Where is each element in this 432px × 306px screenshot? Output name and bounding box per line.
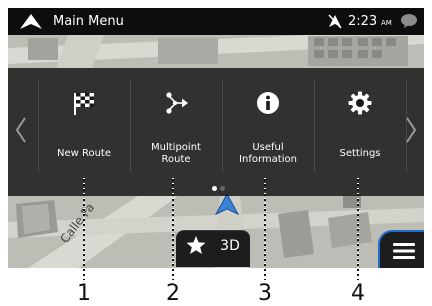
tile-divider — [314, 80, 315, 172]
message-bubble-icon[interactable] — [400, 13, 418, 29]
chevron-left-icon[interactable] — [12, 112, 30, 148]
menu-item-useful-information[interactable]: Useful Information — [224, 74, 312, 178]
gps-off-icon — [328, 14, 342, 29]
menu-item-label: Multipoint — [151, 142, 201, 153]
menu-item-new-route[interactable]: New Route — [40, 74, 128, 178]
multipoint-route-icon — [166, 92, 188, 114]
status-bar: Main Menu 2:23 AM — [8, 8, 424, 35]
tile-divider — [130, 80, 131, 172]
callout-line — [264, 178, 266, 280]
menu-item-label: New Route — [56, 148, 112, 159]
callout-line — [357, 178, 359, 280]
chevron-right-icon[interactable] — [402, 112, 420, 148]
callout-number: 3 — [258, 281, 272, 306]
callout-line — [83, 178, 85, 280]
menu-item-label: Information — [239, 154, 297, 165]
star-icon[interactable] — [184, 234, 208, 256]
page-title: Main Menu — [53, 14, 124, 29]
clock-time: 2:23 — [348, 14, 378, 29]
clock-ampm: AM — [381, 19, 392, 27]
menu-item-label: Route — [161, 154, 191, 165]
info-icon — [257, 92, 279, 114]
checkered-flag-icon — [74, 93, 94, 115]
menu-item-settings[interactable]: Settings — [316, 74, 404, 178]
menu-item-multipoint-route[interactable]: Multipoint Route — [132, 74, 220, 178]
device-screen: Calle Fa Main Menu 2:23 AM New Route Mul… — [8, 8, 424, 268]
menu-button[interactable] — [378, 230, 424, 268]
menu-item-label: Useful — [252, 142, 284, 153]
tile-divider — [222, 80, 223, 172]
callout-line — [172, 178, 174, 280]
tile-divider — [38, 80, 39, 172]
callout-number: 4 — [351, 281, 365, 306]
callout-number: 1 — [77, 281, 91, 306]
view-mode-3d-button[interactable]: 3D — [214, 237, 246, 255]
main-menu-panel: New Route Multipoint Route Useful Inform… — [8, 68, 424, 196]
page-indicator — [210, 186, 226, 192]
callout-number: 2 — [166, 281, 180, 306]
navigation-arrow-icon[interactable] — [18, 12, 44, 31]
page-dot — [220, 186, 225, 191]
gear-icon — [348, 91, 372, 115]
page-dot-active — [212, 186, 217, 191]
hamburger-menu-icon — [393, 243, 415, 259]
menu-item-label: Settings — [339, 148, 381, 159]
